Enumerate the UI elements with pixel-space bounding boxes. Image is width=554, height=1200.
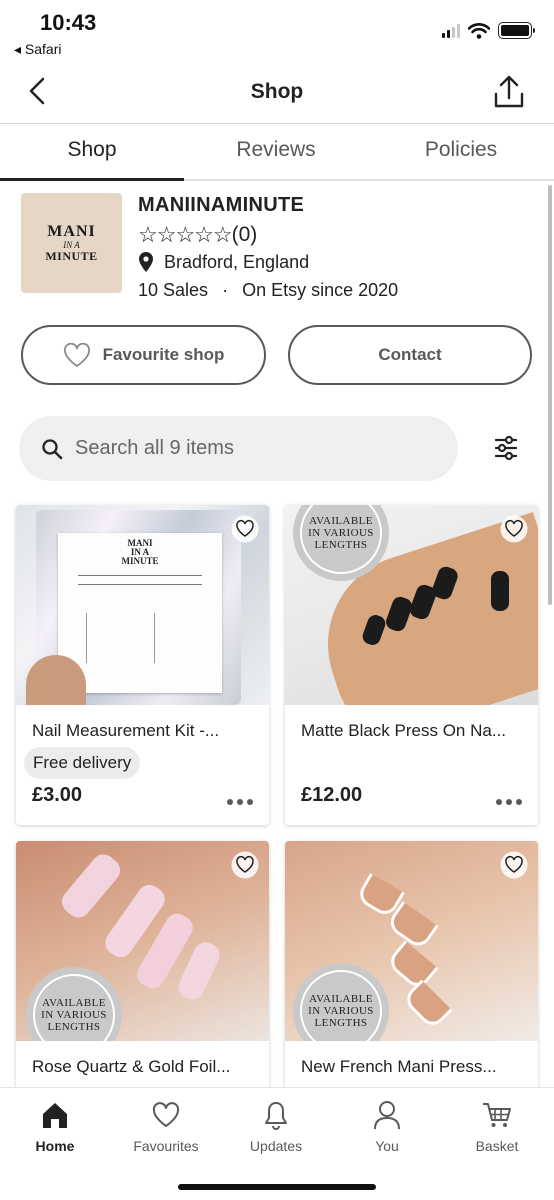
- listing-image[interactable]: AVAILABLE IN VARIOUS LENGTHS: [285, 841, 538, 1041]
- favourite-heart-icon[interactable]: [500, 515, 528, 543]
- logo-line-2: IN A: [63, 239, 80, 250]
- availability-badge: AVAILABLE IN VARIOUS LENGTHS: [26, 967, 122, 1041]
- availability-line-3: LENGTHS: [314, 1017, 368, 1029]
- listing-image[interactable]: AVAILABLE IN VARIOUS LENGTHS: [16, 841, 269, 1041]
- sales-count: 10 Sales: [138, 280, 209, 300]
- user-icon: [374, 1101, 400, 1130]
- share-icon: [494, 75, 524, 108]
- heart-outline-icon: [63, 342, 90, 367]
- scrollbar[interactable]: [548, 185, 552, 605]
- filter-button[interactable]: [488, 430, 524, 466]
- favourite-shop-label: Favourite shop: [102, 345, 225, 364]
- search-input[interactable]: [75, 437, 435, 460]
- listing-card[interactable]: AVAILABLE IN VARIOUS LENGTHS Rose Quartz…: [16, 841, 269, 1091]
- listing-price: £3.00: [32, 784, 83, 806]
- shop-rating[interactable]: ☆☆☆☆☆ (0): [138, 222, 257, 248]
- basket-icon: [483, 1103, 511, 1127]
- logo-line-3: MINUTE: [45, 248, 98, 263]
- contact-button[interactable]: Contact: [288, 325, 532, 385]
- bell-icon: [265, 1102, 287, 1130]
- shop-logo: MANI IN A MINUTE: [21, 193, 122, 293]
- tab-policies[interactable]: Policies: [369, 138, 553, 162]
- availability-line-1: AVAILABLE: [309, 515, 373, 527]
- home-icon: [43, 1103, 67, 1128]
- nav-you-label: You: [375, 1138, 399, 1154]
- nav-basket-label: Basket: [475, 1138, 519, 1154]
- logo-line-1: MANI: [47, 222, 96, 240]
- availability-badge: AVAILABLE IN VARIOUS LENGTHS: [293, 963, 389, 1041]
- listing-image[interactable]: AVAILABLE IN VARIOUS LENGTHS: [285, 505, 538, 705]
- nav-home-label: Home: [35, 1138, 75, 1154]
- listing-card[interactable]: MANI IN A MINUTE Nail Measurement Kit -...…: [16, 505, 269, 825]
- share-button[interactable]: [492, 74, 526, 110]
- back-app-label: Safari: [24, 41, 62, 57]
- header-divider: [0, 123, 554, 124]
- shop-location: Bradford, England: [138, 251, 309, 273]
- filter-sliders-icon: [494, 435, 518, 461]
- cellular-signal-icon: [442, 23, 460, 38]
- status-icons: [442, 22, 535, 39]
- active-tab-indicator: [0, 178, 184, 181]
- listing-card[interactable]: AVAILABLE IN VARIOUS LENGTHS New French …: [285, 841, 538, 1091]
- home-indicator: [178, 1184, 376, 1190]
- nav-you[interactable]: You: [337, 1098, 437, 1154]
- listing-card[interactable]: AVAILABLE IN VARIOUS LENGTHS Matte Black…: [285, 505, 538, 825]
- stats-separator: ·: [222, 280, 229, 300]
- favourite-heart-icon[interactable]: [500, 851, 528, 879]
- contact-label: Contact: [378, 345, 442, 364]
- favourite-heart-icon[interactable]: [231, 515, 259, 543]
- wifi-icon: [468, 22, 490, 39]
- shop-stats: 10 Sales · On Etsy since 2020: [138, 280, 398, 301]
- more-options-button[interactable]: [227, 799, 253, 805]
- listing-image[interactable]: MANI IN A MINUTE: [16, 505, 269, 705]
- availability-line-3: LENGTHS: [314, 539, 368, 551]
- tab-divider: [184, 179, 554, 181]
- rating-count: (0): [231, 223, 258, 246]
- star-outline-icons: ☆☆☆☆☆: [138, 222, 233, 247]
- listing-title: Rose Quartz & Gold Foil...: [32, 1057, 231, 1076]
- search-icon: [42, 438, 63, 459]
- location-pin-icon: [139, 252, 153, 272]
- nav-updates-label: Updates: [249, 1138, 303, 1154]
- availability-line-1: AVAILABLE: [309, 993, 373, 1005]
- availability-line-2: IN VARIOUS: [308, 527, 374, 539]
- listing-price: £12.00: [301, 784, 363, 806]
- listing-title: Nail Measurement Kit -...: [32, 721, 220, 740]
- shop-name: MANIINAMINUTE: [138, 194, 305, 216]
- more-options-button[interactable]: [496, 799, 522, 805]
- availability-line-1: AVAILABLE: [42, 997, 106, 1009]
- listing-title: Matte Black Press On Na...: [301, 721, 507, 740]
- nav-basket[interactable]: Basket: [447, 1098, 547, 1154]
- tab-shop[interactable]: Shop: [0, 138, 184, 162]
- favourite-heart-icon[interactable]: [231, 851, 259, 879]
- heart-icon: [152, 1102, 180, 1127]
- etsy-since: On Etsy since 2020: [242, 280, 399, 300]
- tab-reviews[interactable]: Reviews: [184, 138, 368, 162]
- favourite-shop-button[interactable]: Favourite shop: [21, 325, 266, 385]
- availability-line-2: IN VARIOUS: [41, 1009, 107, 1021]
- nav-updates[interactable]: Updates: [226, 1098, 326, 1154]
- availability-line-2: IN VARIOUS: [308, 1005, 374, 1017]
- bottom-nav: Home Favourites Updates You Basket: [0, 1087, 554, 1200]
- nav-favourites[interactable]: Favourites: [116, 1098, 216, 1154]
- back-to-safari-link[interactable]: ◂ Safari: [14, 41, 62, 58]
- search-bar[interactable]: [19, 416, 458, 481]
- battery-icon: [498, 22, 535, 39]
- availability-line-3: LENGTHS: [47, 1021, 101, 1033]
- status-time: 10:43: [40, 10, 97, 35]
- nav-favourites-label: Favourites: [133, 1138, 199, 1154]
- free-delivery-badge: Free delivery: [24, 747, 141, 779]
- page-title: Shop: [250, 80, 304, 103]
- listing-title: New French Mani Press...: [301, 1057, 497, 1076]
- nav-home[interactable]: Home: [5, 1098, 105, 1154]
- location-text: Bradford, England: [164, 251, 310, 272]
